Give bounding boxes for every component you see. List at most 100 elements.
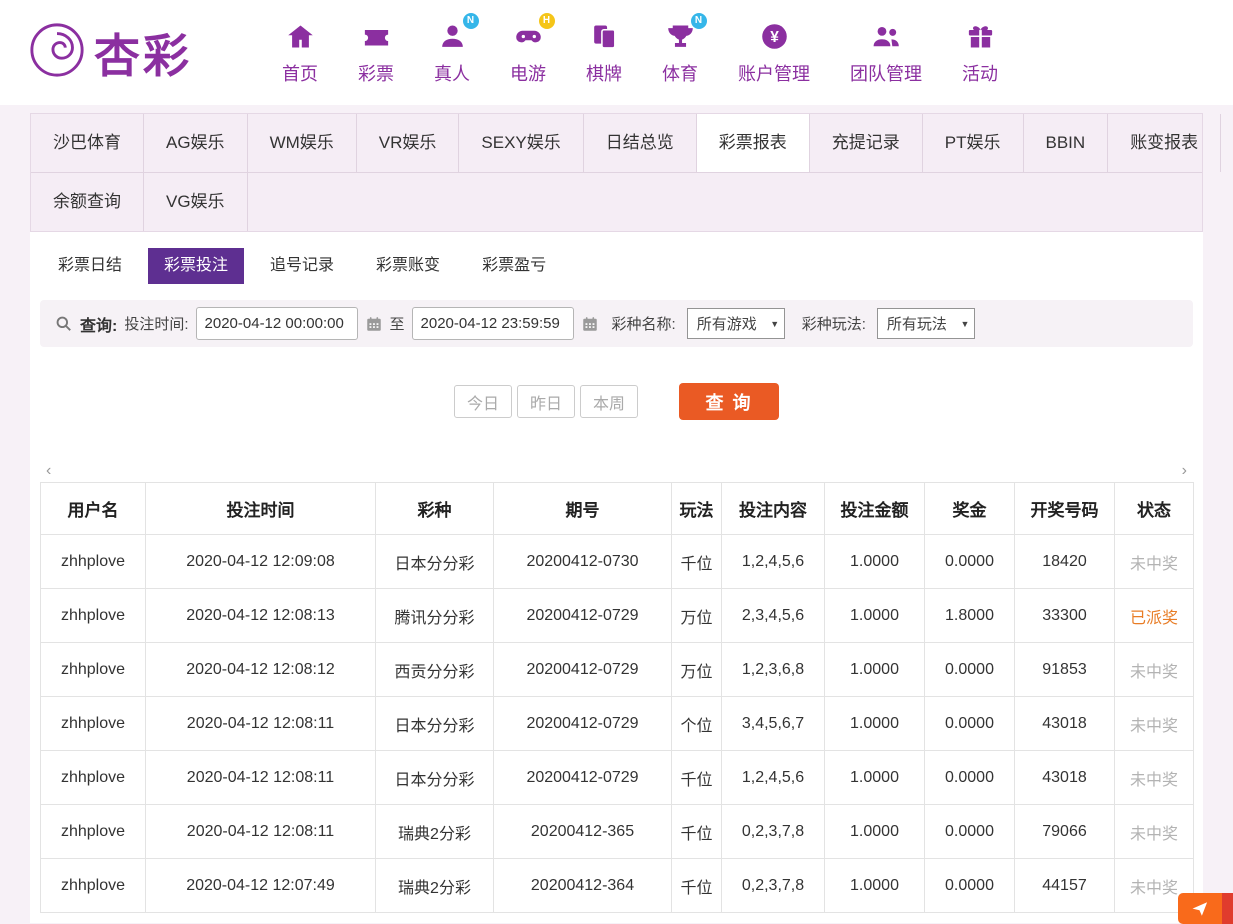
lottery-name-select[interactable]: 所有游戏 ▼ <box>686 308 785 339</box>
tab-deposit-withdraw[interactable]: 充提记录 <box>810 114 923 172</box>
status-badge: 未中奖 <box>1114 804 1194 859</box>
cell-draw: 33300 <box>1014 588 1115 643</box>
cell-prize: 1.8000 <box>924 588 1015 643</box>
cell-user: zhhplove <box>40 588 146 643</box>
table-scroll-bar: ‹ › <box>46 463 1187 479</box>
search-icon <box>54 314 73 333</box>
nav-item-team[interactable]: 团队管理 <box>850 20 922 86</box>
cell-time: 2020-04-12 12:08:11 <box>145 804 376 859</box>
col-prize: 奖金 <box>924 482 1015 535</box>
subtab-lottery-daily[interactable]: 彩票日结 <box>42 248 138 284</box>
nav-item-home[interactable]: 首页 <box>282 20 318 86</box>
calendar-icon-end[interactable] <box>581 315 599 333</box>
cell-play: 千位 <box>671 858 722 913</box>
cell-amount: 1.0000 <box>824 858 925 913</box>
cell-lottery: 日本分分彩 <box>375 750 494 805</box>
customer-service-widget[interactable] <box>1178 893 1233 924</box>
cell-amount: 1.0000 <box>824 750 925 805</box>
cell-lottery: 西贡分分彩 <box>375 642 494 697</box>
query-label: 查询: <box>80 317 118 335</box>
nav-item-account[interactable]: ¥ 账户管理 <box>738 20 810 86</box>
cell-content: 1,2,4,5,6 <box>721 750 825 805</box>
bets-table-section: ‹ › 用户名 投注时间 彩种 期号 玩法 投注内容 投注金额 奖金 开奖号码 … <box>40 463 1194 913</box>
cell-content: 0,2,3,7,8 <box>721 804 825 859</box>
nav-item-egames[interactable]: H 电游 <box>510 12 555 86</box>
tab-shaba-sports[interactable]: 沙巴体育 <box>31 114 144 172</box>
team-icon <box>873 26 899 46</box>
tab-pt[interactable]: PT娱乐 <box>923 114 1024 172</box>
cell-play: 万位 <box>671 642 722 697</box>
cell-prize: 0.0000 <box>924 534 1015 589</box>
cell-content: 1,2,4,5,6 <box>721 534 825 589</box>
cell-user: zhhplove <box>40 534 146 589</box>
cell-user: zhhplove <box>40 696 146 751</box>
cell-time: 2020-04-12 12:08:13 <box>145 588 376 643</box>
cell-lottery: 日本分分彩 <box>375 696 494 751</box>
cell-issue: 20200412-0729 <box>493 588 672 643</box>
cell-draw: 44157 <box>1014 858 1115 913</box>
svg-text:¥: ¥ <box>770 28 779 45</box>
tab-lottery-report[interactable]: 彩票报表 <box>696 114 810 172</box>
tab-vr[interactable]: VR娱乐 <box>357 114 460 172</box>
cell-draw: 91853 <box>1014 642 1115 697</box>
cell-lottery: 瑞典2分彩 <box>375 804 494 859</box>
report-tab-row-1: 沙巴体育 AG娱乐 WM娱乐 VR娱乐 SEXY娱乐 日结总览 彩票报表 充提记… <box>31 114 1222 173</box>
cell-draw: 43018 <box>1014 696 1115 751</box>
subtab-lottery-profit-loss[interactable]: 彩票盈亏 <box>466 248 562 284</box>
cell-play: 千位 <box>671 750 722 805</box>
cell-content: 1,2,3,6,8 <box>721 642 825 697</box>
tab-ag[interactable]: AG娱乐 <box>144 114 248 172</box>
status-badge: 未中奖 <box>1114 534 1194 589</box>
end-time-input[interactable] <box>411 307 574 340</box>
calendar-icon-start[interactable] <box>365 315 383 333</box>
tab-vg[interactable]: VG娱乐 <box>144 173 248 231</box>
tab-bbin[interactable]: BBIN <box>1024 114 1109 172</box>
table-row: zhhplove 2020-04-12 12:08:13 腾讯分分彩 20200… <box>40 588 1194 643</box>
lottery-name-label: 彩种名称: <box>611 316 676 333</box>
tab-daily-summary[interactable]: 日结总览 <box>584 114 697 172</box>
cell-user: zhhplove <box>40 804 146 859</box>
play-type-label: 彩种玩法: <box>801 316 866 333</box>
col-username: 用户名 <box>40 482 146 535</box>
cell-draw: 18420 <box>1014 534 1115 589</box>
nav-item-sports[interactable]: N 体育 <box>662 12 707 86</box>
account-yuan-icon: ¥ <box>761 23 787 49</box>
scroll-left-icon[interactable]: ‹ <box>46 463 51 479</box>
tab-account-change-report[interactable]: 账变报表 <box>1108 114 1222 172</box>
cell-time: 2020-04-12 12:08:11 <box>145 696 376 751</box>
play-type-select[interactable]: 所有玩法 ▼ <box>876 308 975 339</box>
tab-balance-query[interactable]: 余额查询 <box>31 173 144 231</box>
nav-item-promotions[interactable]: 活动 <box>962 20 998 86</box>
logo-flower-icon <box>28 21 86 84</box>
subtab-lottery-bets[interactable]: 彩票投注 <box>148 248 245 284</box>
brand-logo[interactable]: 杏彩 <box>28 20 240 86</box>
brand-name: 杏彩 <box>94 30 192 82</box>
cell-user: zhhplove <box>40 750 146 805</box>
cell-amount: 1.0000 <box>824 804 925 859</box>
col-bet-time: 投注时间 <box>145 482 376 535</box>
yesterday-button[interactable]: 昨日 <box>517 385 575 418</box>
main-nav: 首页 彩票 N 真人 H 电游 棋牌 N 体育 ¥ 账户管理 团队管理 活动 <box>282 12 998 86</box>
table-header-row: 用户名 投注时间 彩种 期号 玩法 投注内容 投注金额 奖金 开奖号码 状态 <box>40 482 1194 535</box>
scroll-right-icon[interactable]: › <box>1182 463 1187 479</box>
nav-item-boardgames[interactable]: 棋牌 <box>586 20 622 86</box>
status-badge: 已派奖 <box>1114 588 1194 643</box>
subtab-chase-records[interactable]: 追号记录 <box>254 248 350 284</box>
subtab-lottery-account-change[interactable]: 彩票账变 <box>360 248 456 284</box>
cell-content: 0,2,3,7,8 <box>721 858 825 913</box>
lottery-subtabs: 彩票日结 彩票投注 追号记录 彩票账变 彩票盈亏 <box>30 232 1203 296</box>
bet-time-label: 投注时间: <box>124 316 189 333</box>
nav-item-live[interactable]: N 真人 <box>434 12 479 86</box>
cell-play: 个位 <box>671 696 722 751</box>
this-week-button[interactable]: 本周 <box>580 385 638 418</box>
cell-prize: 0.0000 <box>924 642 1015 697</box>
tab-sexy[interactable]: SEXY娱乐 <box>459 114 584 172</box>
today-button[interactable]: 今日 <box>454 385 512 418</box>
nav-item-lottery[interactable]: 彩票 <box>358 20 394 86</box>
to-label: 至 <box>389 316 405 333</box>
cell-issue: 20200412-365 <box>493 804 672 859</box>
start-time-input[interactable] <box>195 307 358 340</box>
search-button[interactable]: 查 询 <box>679 383 779 420</box>
tab-transfer-report[interactable]: 转账报表 <box>1221 114 1233 172</box>
tab-wm[interactable]: WM娱乐 <box>248 114 357 172</box>
